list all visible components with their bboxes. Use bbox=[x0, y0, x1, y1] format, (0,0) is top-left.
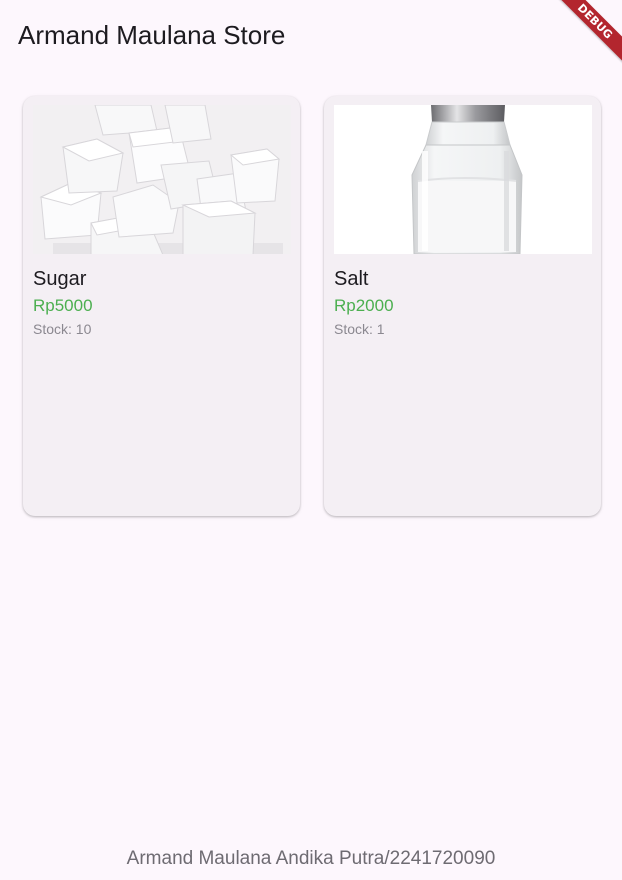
product-price: Rp2000 bbox=[334, 296, 394, 315]
salt-shaker-image bbox=[334, 105, 592, 254]
product-name: Sugar bbox=[33, 268, 87, 290]
sugar-cubes-icon bbox=[33, 105, 291, 254]
app-bar: Armand Maulana Store bbox=[0, 0, 622, 68]
product-card-salt[interactable]: Salt Rp2000 Stock: 1 bbox=[324, 96, 601, 516]
product-price: Rp5000 bbox=[33, 296, 93, 315]
product-stock: Stock: 10 bbox=[33, 321, 92, 337]
product-grid: Sugar Rp5000 Stock: 10 Salt Rp2000 Stock… bbox=[23, 96, 601, 516]
salt-shaker-icon bbox=[334, 105, 592, 254]
sugar-cubes-image bbox=[33, 105, 291, 254]
product-name: Salt bbox=[334, 268, 369, 290]
footer-credit: Armand Maulana Andika Putra/2241720090 bbox=[126, 848, 496, 869]
product-card-sugar[interactable]: Sugar Rp5000 Stock: 10 bbox=[23, 96, 300, 516]
app-title: Armand Maulana Store bbox=[18, 20, 286, 50]
product-stock: Stock: 1 bbox=[334, 321, 385, 337]
